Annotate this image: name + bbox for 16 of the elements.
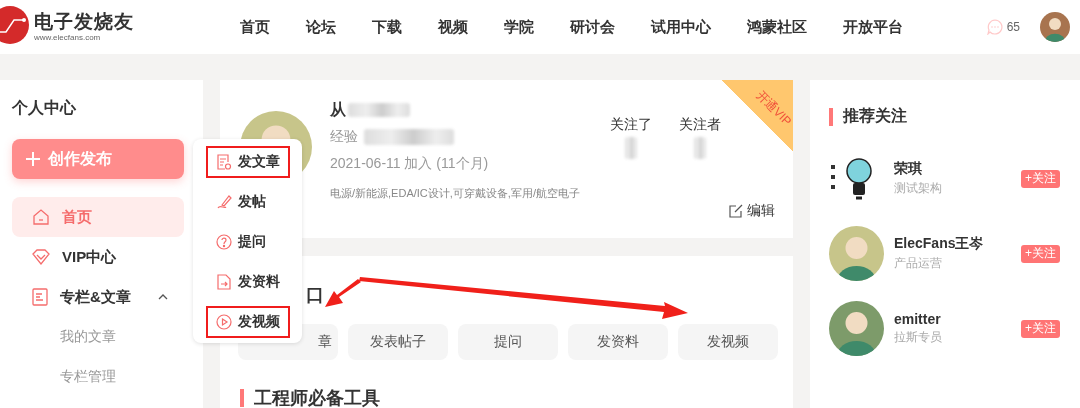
user-role: 测试架构 [894, 180, 943, 197]
join-date: 2021-06-11 加入 (11个月) [330, 155, 489, 173]
section-title: 口 [306, 284, 324, 307]
sidebar-label: 专栏&文章 [60, 287, 131, 307]
user-role: 产品运营 [894, 255, 943, 272]
experience-label: 经验 [330, 128, 358, 146]
section-title: 工程师必备工具 [254, 387, 380, 408]
sidebar-label: 首页 [62, 207, 92, 227]
user-role: 拉斯专员 [894, 329, 943, 346]
message-count: 65 [1006, 20, 1020, 34]
interest-tags: 电源/新能源,EDA/IC设计,可穿戴设备,军用/航空电子 [330, 186, 580, 201]
logo-url: www.elecfans.com [34, 33, 102, 43]
section-title: 个人中心 [12, 98, 77, 118]
sidebar-label: VIP中心 [62, 247, 117, 267]
user-name: 从 [330, 99, 346, 120]
section-title: 推荐关注 [843, 106, 907, 126]
